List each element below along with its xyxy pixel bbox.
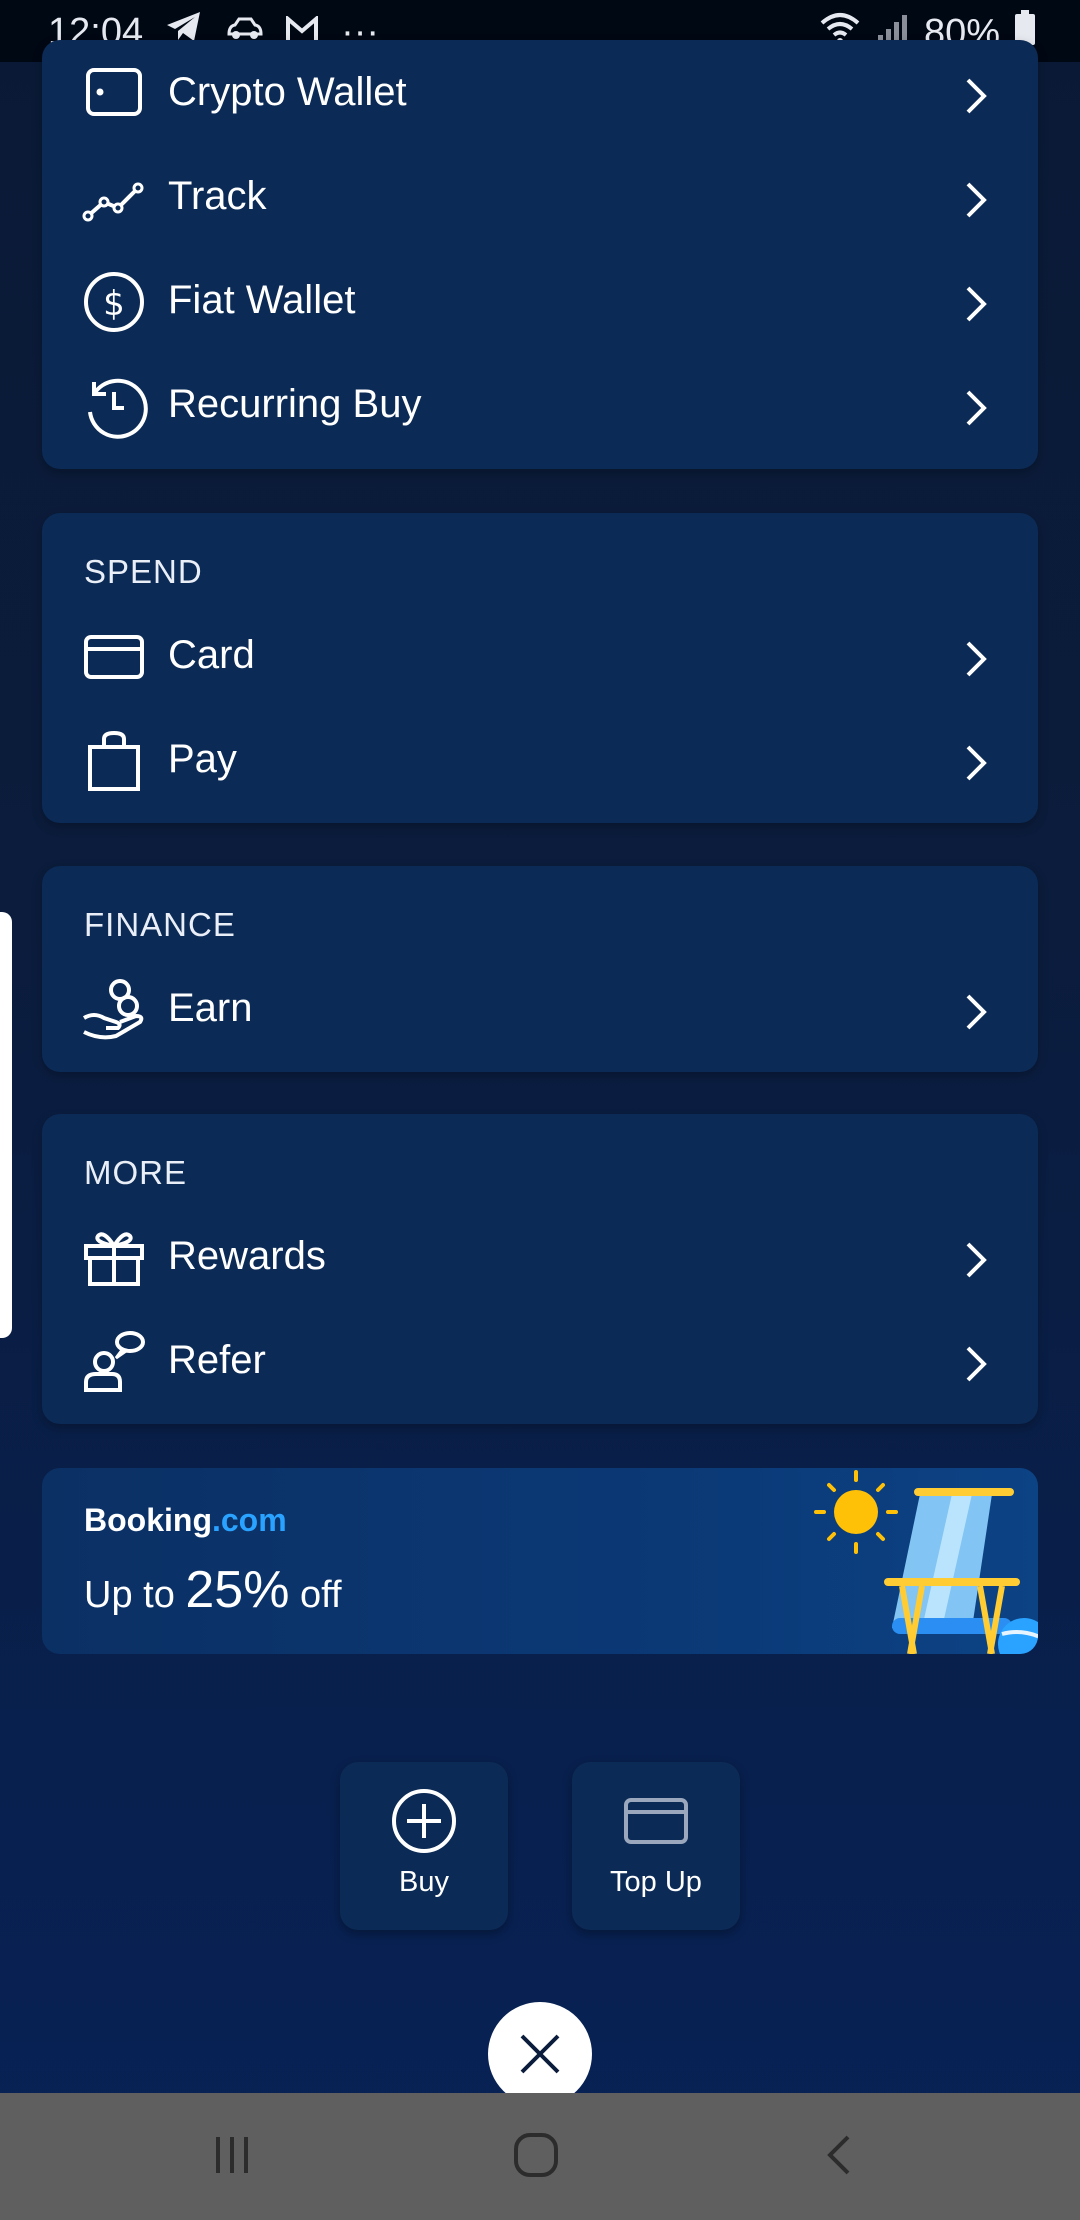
system-navigation-bar bbox=[0, 2093, 1080, 2220]
chevron-right-icon bbox=[966, 182, 987, 218]
menu-item-pay[interactable]: Pay bbox=[42, 709, 1038, 813]
top-up-button[interactable]: Top Up bbox=[572, 1762, 740, 1930]
chevron-right-icon bbox=[966, 390, 987, 426]
booking-brand-suffix: .com bbox=[211, 1502, 287, 1538]
back-icon[interactable] bbox=[820, 2133, 860, 2177]
svg-text:$: $ bbox=[103, 284, 125, 324]
close-menu-button[interactable] bbox=[488, 2002, 592, 2106]
section-title-spend: SPEND bbox=[84, 553, 203, 590]
chevron-right-icon bbox=[966, 641, 987, 677]
booking-promo-banner[interactable]: Booking.com Up to 25% off bbox=[42, 1468, 1038, 1654]
shopping-bag-icon bbox=[80, 727, 148, 795]
menu-item-label: Pay bbox=[168, 737, 237, 781]
chevron-right-icon bbox=[966, 1346, 987, 1382]
sun-icon bbox=[814, 1470, 898, 1554]
edge-panel-handle[interactable] bbox=[0, 912, 12, 1338]
offer-suffix: off bbox=[300, 1574, 342, 1616]
offer-value: 25% bbox=[185, 1561, 290, 1619]
top-up-label: Top Up bbox=[610, 1866, 702, 1898]
menu-item-recurring-buy[interactable]: Recurring Buy bbox=[42, 354, 1038, 458]
beach-chair-illustration bbox=[814, 1470, 1038, 1654]
plus-circle-icon bbox=[392, 1789, 456, 1853]
track-icon bbox=[80, 164, 148, 232]
menu-item-fiat-wallet[interactable]: $ Fiat Wallet bbox=[42, 250, 1038, 354]
spend-card: SPEND Card Pay bbox=[42, 513, 1038, 823]
chevron-right-icon bbox=[966, 994, 987, 1030]
finance-card: FINANCE Earn bbox=[42, 866, 1038, 1072]
home-icon[interactable] bbox=[512, 2131, 560, 2179]
menu-item-label: Fiat Wallet bbox=[168, 278, 356, 322]
chevron-right-icon bbox=[966, 286, 987, 322]
chevron-right-icon bbox=[966, 1242, 987, 1278]
menu-item-earn[interactable]: Earn bbox=[42, 958, 1038, 1062]
menu-item-refer[interactable]: Refer bbox=[42, 1310, 1038, 1414]
menu-item-rewards[interactable]: Rewards bbox=[42, 1206, 1038, 1310]
menu-item-label: Crypto Wallet bbox=[168, 70, 407, 114]
menu-item-label: Earn bbox=[168, 986, 253, 1030]
earn-icon bbox=[80, 976, 148, 1044]
more-card: MORE Rewards Refer bbox=[42, 1114, 1038, 1424]
close-icon bbox=[520, 2034, 560, 2074]
booking-logo: Booking.com bbox=[84, 1502, 287, 1539]
menu-item-label: Track bbox=[168, 174, 267, 218]
main-menu-card: Crypto Wallet Track $ Fiat Wallet Recurr… bbox=[42, 40, 1038, 469]
buy-label: Buy bbox=[399, 1866, 449, 1898]
menu-item-label: Refer bbox=[168, 1338, 266, 1382]
menu-item-label: Card bbox=[168, 633, 255, 677]
menu-item-crypto-wallet[interactable]: Crypto Wallet bbox=[42, 42, 1038, 146]
chevron-right-icon bbox=[966, 745, 987, 781]
gift-icon bbox=[80, 1224, 148, 1292]
booking-offer-text: Up to 25% off bbox=[84, 1560, 342, 1620]
recent-apps-icon[interactable] bbox=[210, 2133, 254, 2177]
section-title-more: MORE bbox=[84, 1154, 187, 1191]
buy-button[interactable]: Buy bbox=[340, 1762, 508, 1930]
chevron-right-icon bbox=[966, 78, 987, 114]
menu-item-track[interactable]: Track bbox=[42, 146, 1038, 250]
recurring-icon bbox=[80, 372, 148, 440]
wallet-icon bbox=[80, 60, 148, 128]
booking-brand-main: Booking bbox=[84, 1502, 212, 1538]
section-title-finance: FINANCE bbox=[84, 906, 236, 943]
menu-item-card[interactable]: Card bbox=[42, 605, 1038, 709]
menu-item-label: Rewards bbox=[168, 1234, 326, 1278]
offer-prefix: Up to bbox=[84, 1574, 175, 1616]
card-icon bbox=[624, 1798, 688, 1844]
card-icon bbox=[80, 623, 148, 691]
menu-item-label: Recurring Buy bbox=[168, 382, 422, 426]
refer-icon bbox=[80, 1328, 148, 1396]
dollar-icon: $ bbox=[80, 268, 148, 336]
